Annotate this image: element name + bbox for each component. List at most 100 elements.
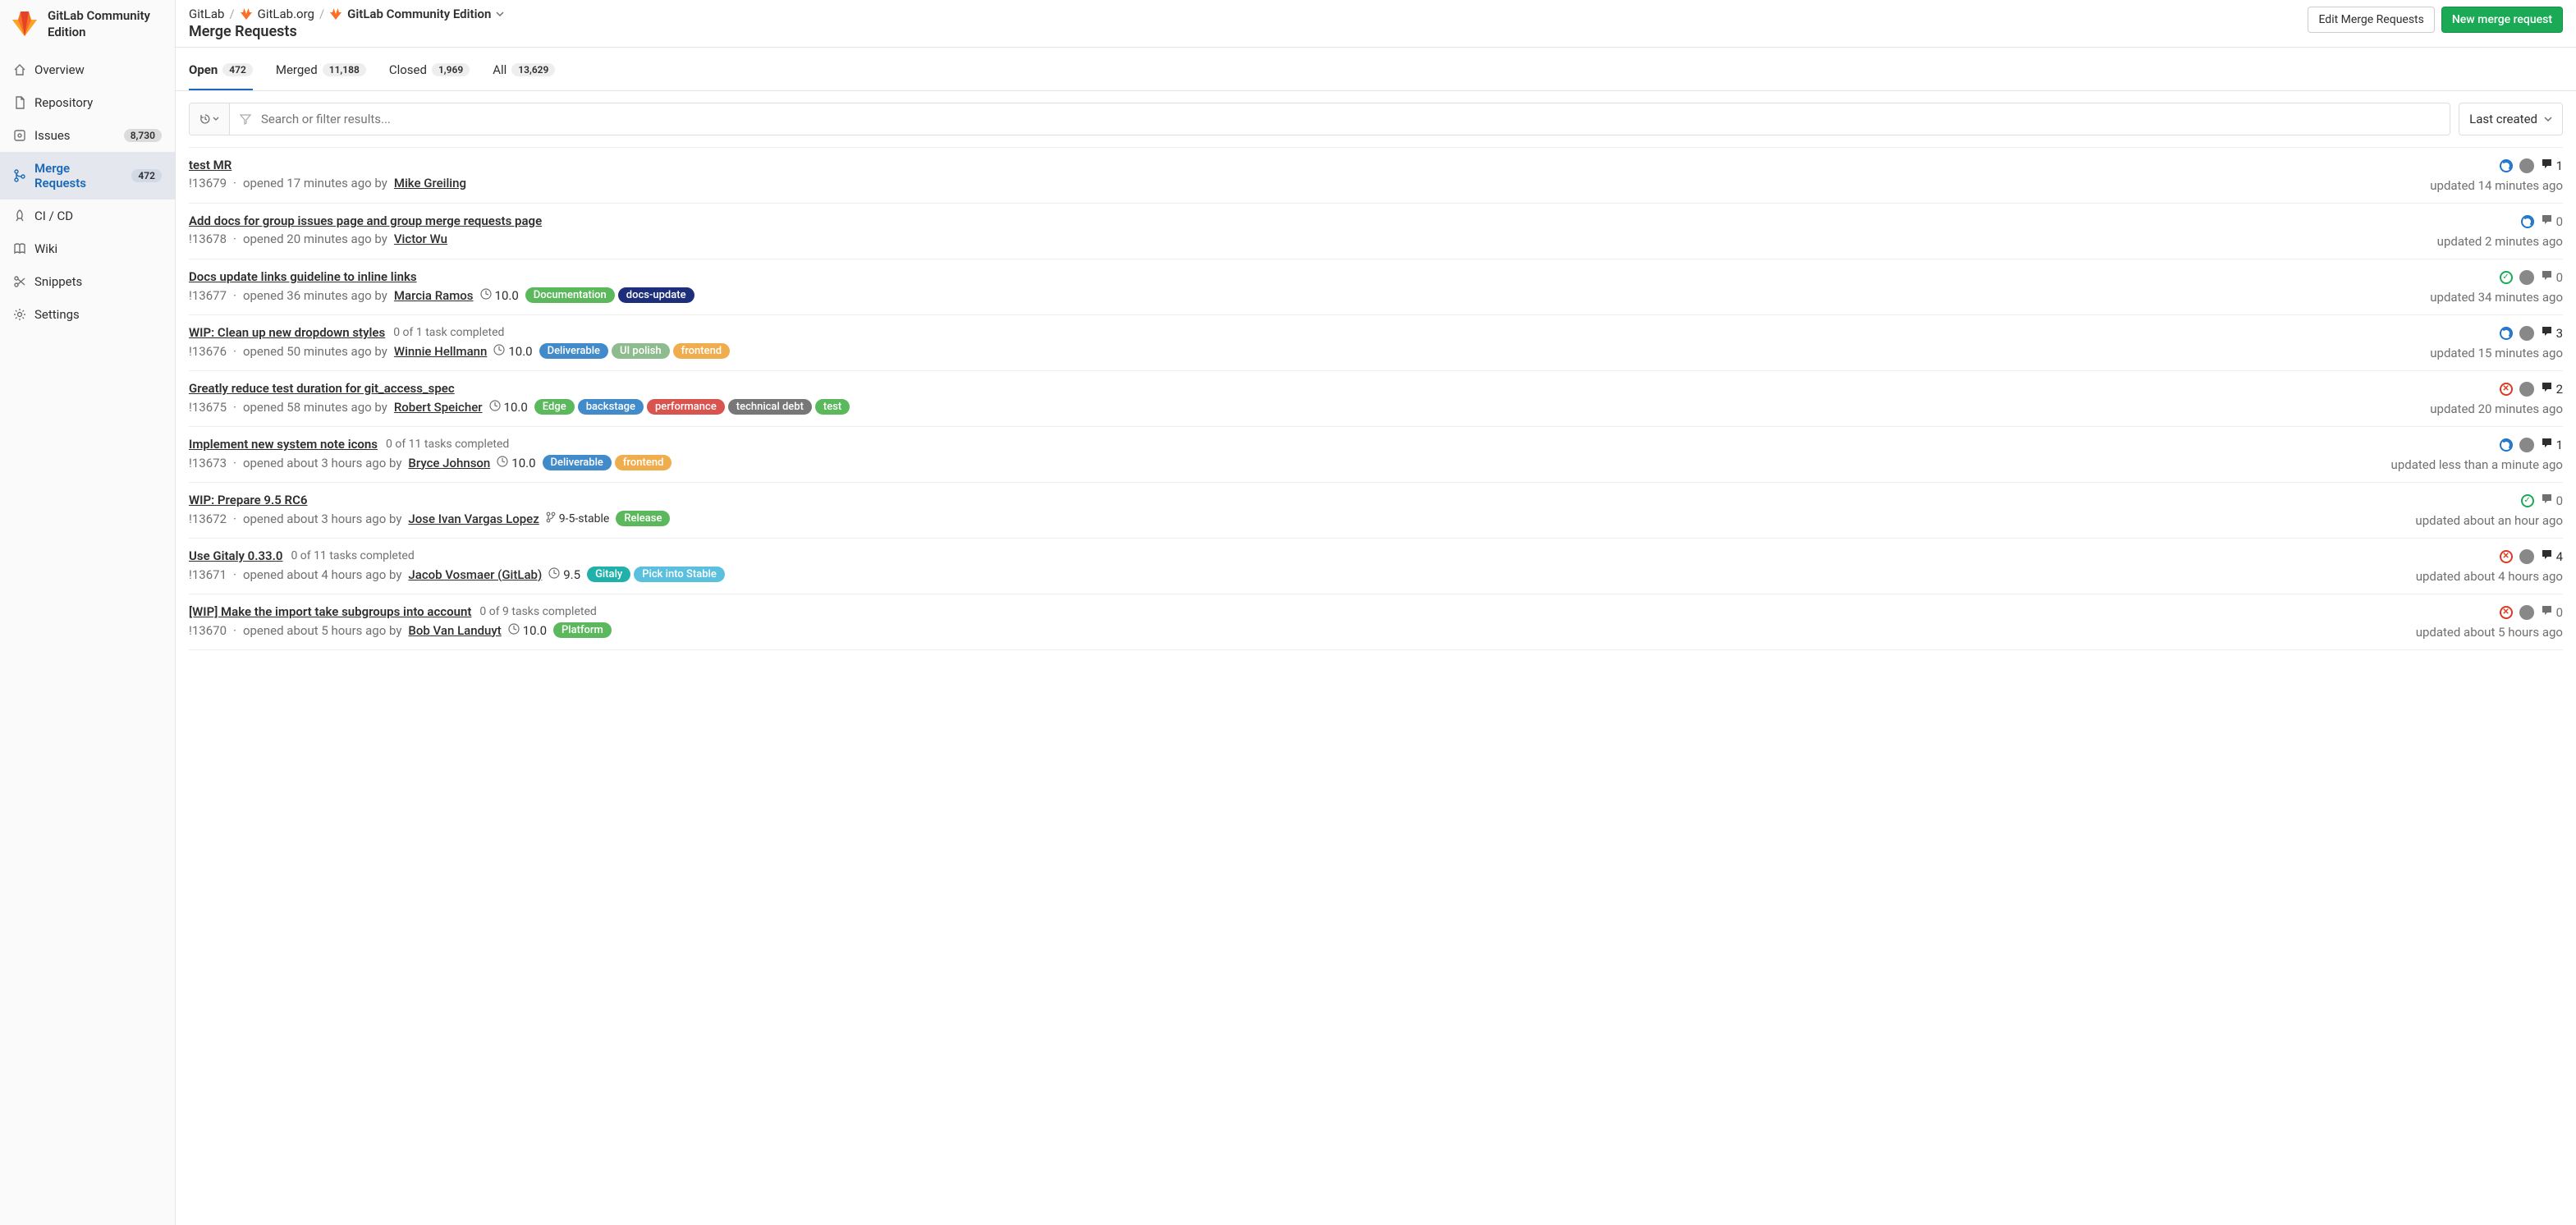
milestone[interactable]: 10.0 bbox=[497, 456, 535, 470]
labels: Documentationdocs-update bbox=[525, 287, 694, 303]
merge-request-ref[interactable]: !13675 bbox=[189, 400, 227, 415]
label-chip[interactable]: Gitaly bbox=[587, 567, 630, 582]
assignee-avatar[interactable] bbox=[2519, 438, 2534, 452]
comments-count[interactable]: 1 bbox=[2541, 158, 2563, 173]
label-chip[interactable]: Release bbox=[616, 511, 670, 526]
pipeline-failed-icon[interactable]: ✕ bbox=[2500, 550, 2513, 563]
sidebar-item-repository[interactable]: Repository bbox=[0, 86, 175, 119]
pipeline-running-icon[interactable] bbox=[2500, 159, 2513, 172]
author-link[interactable]: Mike Greiling bbox=[394, 176, 466, 190]
comments-count[interactable]: 0 bbox=[2541, 213, 2563, 229]
breadcrumb-link-root[interactable]: GitLab bbox=[189, 7, 224, 21]
sidebar-item-merge-requests[interactable]: Merge Requests472 bbox=[0, 152, 175, 200]
author-link[interactable]: Marcia Ramos bbox=[394, 288, 474, 303]
sidebar-item-wiki[interactable]: Wiki bbox=[0, 232, 175, 265]
merge-request-title[interactable]: Implement new system note icons bbox=[189, 437, 378, 452]
target-branch[interactable]: 9-5-stable bbox=[546, 512, 610, 526]
chevron-down-icon[interactable] bbox=[496, 7, 504, 21]
milestone[interactable]: 9.5 bbox=[548, 567, 580, 582]
author-link[interactable]: Victor Wu bbox=[394, 232, 447, 246]
assignee-avatar[interactable] bbox=[2519, 270, 2534, 285]
comments-count[interactable]: 1 bbox=[2541, 437, 2563, 452]
merge-request-ref[interactable]: !13670 bbox=[189, 623, 227, 638]
merge-request-title[interactable]: WIP: Clean up new dropdown styles bbox=[189, 325, 385, 340]
milestone[interactable]: 10.0 bbox=[489, 400, 528, 415]
author-link[interactable]: Robert Speicher bbox=[394, 400, 483, 415]
label-chip[interactable]: frontend bbox=[615, 455, 672, 470]
comments-count[interactable]: 4 bbox=[2541, 548, 2563, 564]
merge-request-title[interactable]: [WIP] Make the import take subgroups int… bbox=[189, 604, 471, 619]
label-chip[interactable]: test bbox=[815, 399, 850, 415]
milestone[interactable]: 10.0 bbox=[493, 344, 532, 359]
assignee-avatar[interactable] bbox=[2519, 605, 2534, 620]
label-chip[interactable]: technical debt bbox=[728, 399, 812, 415]
label-chip[interactable]: Deliverable bbox=[539, 343, 608, 359]
assignee-avatar[interactable] bbox=[2519, 549, 2534, 564]
tab-open[interactable]: Open472 bbox=[189, 62, 253, 90]
assignee-avatar[interactable] bbox=[2519, 382, 2534, 397]
merge-request-title[interactable]: WIP: Prepare 9.5 RC6 bbox=[189, 493, 307, 507]
merge-request-ref[interactable]: !13673 bbox=[189, 456, 227, 470]
merge-request-title[interactable]: Docs update links guideline to inline li… bbox=[189, 269, 417, 284]
pipeline-failed-icon[interactable]: ✕ bbox=[2500, 383, 2513, 396]
label-chip[interactable]: performance bbox=[647, 399, 725, 415]
author-link[interactable]: Bob Van Landuyt bbox=[408, 623, 501, 638]
pipeline-running-icon[interactable] bbox=[2500, 438, 2513, 452]
label-chip[interactable]: UI polish bbox=[612, 343, 670, 359]
sort-dropdown[interactable]: Last created bbox=[2459, 103, 2563, 135]
merge-request-ref[interactable]: !13672 bbox=[189, 512, 227, 526]
pipeline-failed-icon[interactable]: ✕ bbox=[2500, 606, 2513, 619]
sort-label: Last created bbox=[2469, 112, 2537, 126]
author-link[interactable]: Jose Ivan Vargas Lopez bbox=[408, 512, 539, 526]
sidebar-item-snippets[interactable]: Snippets bbox=[0, 265, 175, 298]
breadcrumb: GitLab / GitLab.org / GitLab Community E… bbox=[189, 7, 504, 21]
label-chip[interactable]: Edge bbox=[534, 399, 575, 415]
edit-merge-requests-button[interactable]: Edit Merge Requests bbox=[2308, 7, 2434, 33]
breadcrumb-link-group[interactable]: GitLab.org bbox=[258, 7, 314, 21]
sidebar-item-settings[interactable]: Settings bbox=[0, 298, 175, 331]
tab-merged[interactable]: Merged11,188 bbox=[276, 62, 366, 90]
search-input[interactable] bbox=[258, 103, 2450, 135]
merge-request-title[interactable]: Add docs for group issues page and group… bbox=[189, 213, 542, 228]
label-chip[interactable]: frontend bbox=[673, 343, 731, 359]
assignee-avatar[interactable] bbox=[2519, 326, 2534, 341]
breadcrumb-current[interactable]: GitLab Community Edition bbox=[347, 7, 491, 21]
merge-request-title[interactable]: Use Gitaly 0.33.0 bbox=[189, 548, 282, 563]
tab-closed[interactable]: Closed1,969 bbox=[389, 62, 470, 90]
merge-request-ref[interactable]: !13676 bbox=[189, 344, 227, 359]
pipeline-running-icon[interactable] bbox=[2500, 327, 2513, 340]
merge-request-ref[interactable]: !13679 bbox=[189, 176, 227, 190]
author-link[interactable]: Winnie Hellmann bbox=[394, 344, 488, 359]
label-chip[interactable]: backstage bbox=[578, 399, 644, 415]
milestone[interactable]: 10.0 bbox=[480, 288, 519, 303]
label-chip[interactable]: Deliverable bbox=[543, 455, 612, 470]
new-merge-request-button[interactable]: New merge request bbox=[2441, 7, 2563, 33]
project-title[interactable]: GitLab Community Edition bbox=[48, 8, 165, 40]
pipeline-running-icon[interactable] bbox=[2521, 215, 2534, 228]
merge-request-ref[interactable]: !13678 bbox=[189, 232, 227, 246]
merge-request-ref[interactable]: !13671 bbox=[189, 567, 227, 582]
author-link[interactable]: Bryce Johnson bbox=[408, 456, 490, 470]
label-chip[interactable]: Pick into Stable bbox=[634, 567, 725, 582]
label-chip[interactable]: Documentation bbox=[525, 287, 615, 303]
comments-count[interactable]: 0 bbox=[2541, 493, 2563, 508]
comments-count[interactable]: 0 bbox=[2541, 604, 2563, 620]
assignee-avatar[interactable] bbox=[2519, 158, 2534, 173]
comments-count[interactable]: 3 bbox=[2541, 325, 2563, 341]
comments-count[interactable]: 0 bbox=[2541, 269, 2563, 285]
label-chip[interactable]: Platform bbox=[553, 622, 612, 638]
sidebar-item-issues[interactable]: Issues8,730 bbox=[0, 119, 175, 152]
merge-request-title[interactable]: test MR bbox=[189, 158, 231, 172]
label-chip[interactable]: docs-update bbox=[618, 287, 694, 303]
sidebar-item-overview[interactable]: Overview bbox=[0, 53, 175, 86]
pipeline-passed-icon[interactable]: ✓ bbox=[2500, 271, 2513, 284]
merge-request-ref[interactable]: !13677 bbox=[189, 288, 227, 303]
merge-request-title[interactable]: Greatly reduce test duration for git_acc… bbox=[189, 381, 455, 396]
author-link[interactable]: Jacob Vosmaer (GitLab) bbox=[408, 567, 542, 582]
history-button[interactable] bbox=[190, 103, 230, 135]
sidebar-item-ci-cd[interactable]: CI / CD bbox=[0, 200, 175, 232]
comments-count[interactable]: 2 bbox=[2541, 381, 2563, 397]
pipeline-passed-icon[interactable]: ✓ bbox=[2521, 494, 2534, 507]
milestone[interactable]: 10.0 bbox=[508, 623, 547, 638]
tab-all[interactable]: All13,629 bbox=[493, 62, 555, 90]
